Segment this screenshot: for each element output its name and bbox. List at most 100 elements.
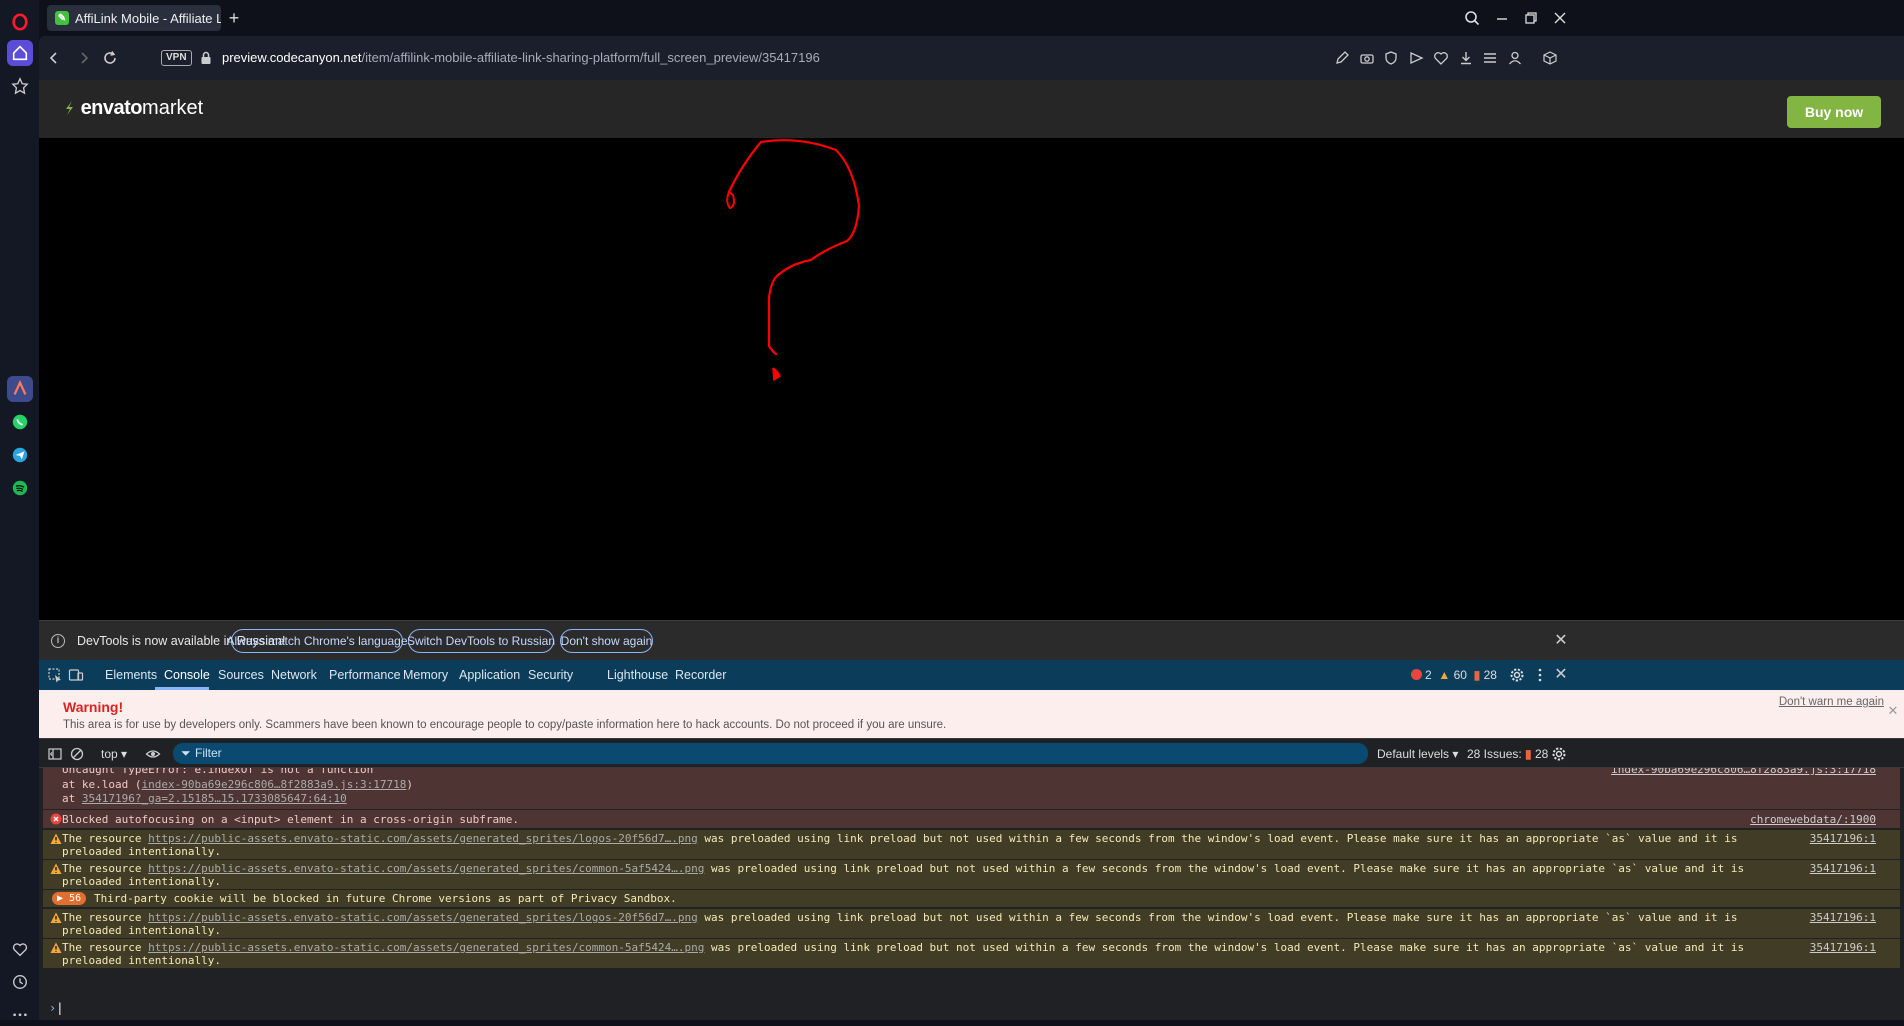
close-warning-icon[interactable]: ✕ bbox=[1886, 704, 1900, 718]
warning-suffix: was preloaded using link preload but not… bbox=[697, 911, 1738, 924]
tab-strip: ✎ AffiLink Mobile - Affiliate L + bbox=[39, 0, 1904, 36]
preview-area[interactable] bbox=[39, 138, 1904, 620]
profile-icon[interactable] bbox=[1507, 50, 1523, 66]
always-match-language-button[interactable]: Always match Chrome's language bbox=[226, 629, 408, 653]
clear-console-icon[interactable] bbox=[69, 746, 85, 762]
envato-market-logo[interactable]: envatomarket bbox=[63, 97, 203, 120]
restore-icon[interactable] bbox=[1521, 8, 1541, 28]
tab-lighthouse[interactable]: Lighthouse bbox=[607, 668, 668, 682]
stack-frame-link[interactable]: 35417196?_ga=2.15185…15.1733085647:64:10 bbox=[82, 792, 347, 805]
console-settings-gear-icon[interactable] bbox=[1551, 746, 1567, 762]
opera-logo-icon[interactable] bbox=[7, 9, 33, 35]
minimize-icon[interactable] bbox=[1492, 8, 1512, 28]
console-message-group[interactable]: ▶ 56 Third-party cookie will be blocked … bbox=[43, 890, 1900, 907]
live-expression-eye-icon[interactable] bbox=[145, 746, 161, 762]
console-filter-input[interactable]: ⏷ Filter bbox=[173, 743, 1368, 764]
resource-link[interactable]: https://public-assets.envato-static.com/… bbox=[148, 832, 698, 845]
history-icon[interactable] bbox=[7, 969, 33, 995]
more-icon[interactable] bbox=[7, 1000, 33, 1026]
lock-icon[interactable] bbox=[200, 51, 212, 65]
download-icon[interactable] bbox=[1458, 50, 1474, 66]
telegram-icon[interactable] bbox=[7, 442, 33, 468]
message-source-link[interactable]: chromewebdata/:1900 bbox=[1750, 813, 1876, 826]
dont-show-again-button[interactable]: Don't show again bbox=[560, 629, 653, 653]
log-levels-dropdown[interactable]: Default levels ▾ bbox=[1377, 747, 1458, 761]
aria-ai-icon[interactable] bbox=[7, 376, 33, 402]
stack-frame-prefix: at ke.load ( bbox=[62, 778, 142, 791]
message-source-link[interactable]: 35417196:1 bbox=[1810, 911, 1876, 924]
warning-suffix: was preloaded using link preload but not… bbox=[704, 941, 1745, 954]
console-message-warning[interactable]: The resource https://public-assets.envat… bbox=[43, 830, 1900, 859]
easy-setup-icon[interactable] bbox=[1482, 50, 1498, 66]
console-message-error[interactable]: Blocked autofocusing on a <input> elemen… bbox=[43, 810, 1900, 828]
info-icon: i bbox=[51, 634, 65, 648]
tab-application[interactable]: Application bbox=[459, 668, 520, 682]
devtools-tabbar: Elements Console Sources Network Perform… bbox=[39, 660, 1904, 690]
message-source-link[interactable]: index-90ba69e296c806…8f2883a9.js:3:17718 bbox=[1611, 768, 1876, 776]
tab-elements[interactable]: Elements bbox=[105, 668, 157, 682]
group-count-badge[interactable]: ▶ 56 bbox=[52, 892, 87, 905]
stack-frame-link[interactable]: index-90ba69e296c806…8f2883a9.js:3:17718 bbox=[141, 778, 406, 791]
close-infobar-icon[interactable]: ✕ bbox=[1554, 633, 1568, 649]
message-source-link[interactable]: 35417196:1 bbox=[1810, 832, 1876, 845]
devtools-counts[interactable]: 2 ▲ 60 ▮ 28 bbox=[1411, 668, 1497, 682]
resource-link[interactable]: https://public-assets.envato-static.com/… bbox=[148, 911, 698, 924]
vpn-badge[interactable]: VPN bbox=[161, 50, 192, 66]
warning-continuation: preloaded intentionally. bbox=[62, 875, 221, 888]
tab-console[interactable]: Console bbox=[164, 668, 210, 682]
error-message-line: Uncaught TypeError: e.indexOf is not a f… bbox=[62, 768, 374, 776]
speed-dial-icon[interactable] bbox=[7, 73, 33, 99]
shield-icon[interactable] bbox=[1383, 50, 1399, 66]
resource-link[interactable]: https://public-assets.envato-static.com/… bbox=[148, 862, 704, 875]
reload-icon[interactable] bbox=[100, 48, 120, 68]
url-field[interactable]: preview.codecanyon.net/item/affilink-mob… bbox=[222, 50, 820, 65]
heart-icon[interactable] bbox=[7, 937, 33, 963]
back-icon[interactable] bbox=[44, 48, 64, 68]
sidebar-toggle-icon[interactable] bbox=[47, 746, 63, 762]
close-window-icon[interactable] bbox=[1550, 8, 1570, 28]
console-message-warning[interactable]: The resource https://public-assets.envat… bbox=[43, 939, 1900, 968]
issues-flag-icon: ▮ bbox=[1525, 747, 1532, 761]
browser-tab[interactable]: ✎ AffiLink Mobile - Affiliate L bbox=[47, 5, 221, 31]
new-tab-icon[interactable]: + bbox=[225, 9, 243, 27]
resource-link[interactable]: https://public-assets.envato-static.com/… bbox=[148, 941, 704, 954]
bookmark-heart-icon[interactable] bbox=[1433, 50, 1449, 66]
forward-icon[interactable] bbox=[74, 48, 94, 68]
issues-button[interactable]: 28 Issues: ▮ 28 bbox=[1467, 747, 1548, 761]
question-mark-drawing bbox=[726, 139, 861, 382]
whatsapp-icon[interactable] bbox=[7, 409, 33, 435]
console-prompt[interactable]: ›| bbox=[49, 1001, 63, 1015]
search-icon[interactable] bbox=[1462, 8, 1482, 28]
tab-memory[interactable]: Memory bbox=[403, 668, 448, 682]
camera-icon[interactable] bbox=[1359, 50, 1375, 66]
warning-continuation: preloaded intentionally. bbox=[62, 954, 221, 967]
edit-icon[interactable] bbox=[1334, 50, 1350, 66]
message-source-link[interactable]: 35417196:1 bbox=[1810, 941, 1876, 954]
spotify-icon[interactable] bbox=[7, 475, 33, 501]
tab-security[interactable]: Security bbox=[528, 668, 573, 682]
tab-sources[interactable]: Sources bbox=[218, 668, 264, 682]
address-bar: VPN preview.codecanyon.net/item/affilink… bbox=[39, 36, 1904, 80]
console-message-error[interactable]: Uncaught TypeError: e.indexOf is not a f… bbox=[43, 768, 1900, 809]
buy-now-button[interactable]: Buy now bbox=[1787, 96, 1881, 128]
send-icon[interactable] bbox=[1408, 50, 1424, 66]
console-message-warning[interactable]: The resource https://public-assets.envat… bbox=[43, 909, 1900, 938]
tab-network[interactable]: Network bbox=[271, 668, 317, 682]
console-toolbar: top ▾ ⏷ Filter Default levels ▾ 28 Issue… bbox=[39, 738, 1904, 768]
context-selector[interactable]: top ▾ bbox=[101, 747, 127, 761]
inspect-element-icon[interactable] bbox=[47, 667, 63, 683]
affilink-favicon-icon: ✎ bbox=[55, 11, 69, 25]
switch-to-russian-button[interactable]: Switch DevTools to Russian bbox=[407, 629, 555, 653]
extensions-box-icon[interactable] bbox=[1542, 50, 1558, 66]
device-toolbar-icon[interactable] bbox=[68, 667, 84, 683]
message-source-link[interactable]: 35417196:1 bbox=[1810, 862, 1876, 875]
warning-icon bbox=[50, 912, 62, 923]
console-message-warning[interactable]: The resource https://public-assets.envat… bbox=[43, 860, 1900, 889]
devtools-settings-gear-icon[interactable] bbox=[1509, 667, 1525, 683]
devtools-more-icon[interactable] bbox=[1532, 667, 1548, 683]
home-icon[interactable] bbox=[7, 40, 33, 66]
tab-performance[interactable]: Performance bbox=[329, 668, 401, 682]
tab-recorder[interactable]: Recorder bbox=[675, 668, 726, 682]
dont-warn-again-link[interactable]: Don't warn me again bbox=[1779, 696, 1884, 708]
close-devtools-icon[interactable]: ✕ bbox=[1554, 667, 1568, 683]
